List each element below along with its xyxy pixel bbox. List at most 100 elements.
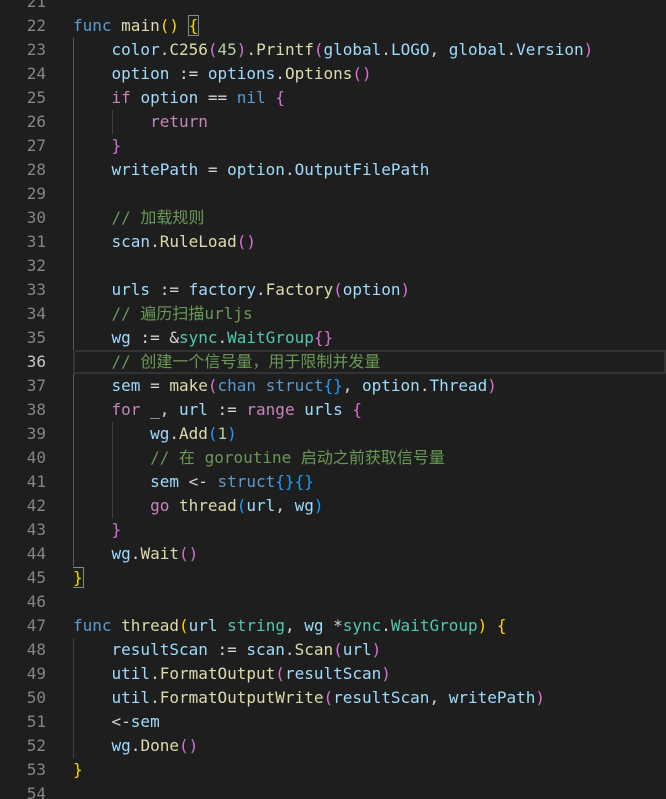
code-line[interactable]: 54 [0, 782, 666, 799]
line-content[interactable]: func thread(url string, wg *sync.WaitGro… [73, 614, 666, 638]
line-number[interactable]: 40 [0, 446, 46, 470]
code-line[interactable]: 44 wg.Wait() [0, 542, 666, 566]
line-content[interactable]: // 遍历扫描urljs [73, 302, 666, 326]
line-number[interactable]: 37 [0, 374, 46, 398]
line-content[interactable]: wg.Wait() [73, 542, 666, 566]
line-content[interactable] [73, 182, 666, 206]
line-number[interactable]: 32 [0, 254, 46, 278]
line-content[interactable]: wg.Add(1) [73, 422, 666, 446]
code-line[interactable]: 21 [0, 0, 666, 14]
line-number[interactable]: 53 [0, 758, 46, 782]
line-content[interactable]: <-sem [73, 710, 666, 734]
code-line[interactable]: 25 if option == nil { [0, 86, 666, 110]
line-content[interactable]: wg := &sync.WaitGroup{} [73, 326, 666, 350]
code-line[interactable]: 38 for _, url := range urls { [0, 398, 666, 422]
line-content[interactable]: urls := factory.Factory(option) [73, 278, 666, 302]
line-content[interactable]: sem <- struct{}{} [73, 470, 666, 494]
line-number[interactable]: 36 [0, 350, 46, 374]
code-line[interactable]: 52 wg.Done() [0, 734, 666, 758]
line-number[interactable]: 35 [0, 326, 46, 350]
code-line[interactable]: 35 wg := &sync.WaitGroup{} [0, 326, 666, 350]
line-number[interactable]: 52 [0, 734, 46, 758]
code-line[interactable]: 37 sem = make(chan struct{}, option.Thre… [0, 374, 666, 398]
code-line[interactable]: 23 color.C256(45).Printf(global.LOGO, gl… [0, 38, 666, 62]
code-line[interactable]: 26 return [0, 110, 666, 134]
current-code-line[interactable]: 36 // 创建一个信号量，用于限制并发量 [0, 350, 666, 374]
line-number[interactable]: 24 [0, 62, 46, 86]
code-line[interactable]: 32 [0, 254, 666, 278]
code-line[interactable]: 39 wg.Add(1) [0, 422, 666, 446]
line-content[interactable]: if option == nil { [73, 86, 666, 110]
line-number[interactable]: 34 [0, 302, 46, 326]
line-content[interactable]: option := options.Options() [73, 62, 666, 86]
line-content[interactable]: } [73, 566, 666, 590]
line-number[interactable]: 44 [0, 542, 46, 566]
line-content[interactable]: resultScan := scan.Scan(url) [73, 638, 666, 662]
line-content[interactable] [73, 590, 666, 614]
line-number[interactable]: 43 [0, 518, 46, 542]
line-content[interactable]: return [73, 110, 666, 134]
line-number[interactable]: 23 [0, 38, 46, 62]
line-content[interactable]: for _, url := range urls { [73, 398, 666, 422]
line-number[interactable]: 21 [0, 0, 46, 14]
line-content[interactable]: go thread(url, wg) [73, 494, 666, 518]
line-number[interactable]: 49 [0, 662, 46, 686]
line-content[interactable]: // 创建一个信号量，用于限制并发量 [73, 350, 666, 374]
line-content[interactable] [73, 254, 666, 278]
line-content[interactable]: writePath = option.OutputFilePath [73, 158, 666, 182]
code-line[interactable]: 28 writePath = option.OutputFilePath [0, 158, 666, 182]
code-line[interactable]: 29 [0, 182, 666, 206]
line-number[interactable]: 48 [0, 638, 46, 662]
code-line[interactable]: 50 util.FormatOutputWrite(resultScan, wr… [0, 686, 666, 710]
code-line[interactable]: 48 resultScan := scan.Scan(url) [0, 638, 666, 662]
code-line[interactable]: 45} [0, 566, 666, 590]
code-line[interactable]: 31 scan.RuleLoad() [0, 230, 666, 254]
code-line[interactable]: 47 func thread(url string, wg *sync.WaitG… [0, 614, 666, 638]
line-number[interactable]: 47 [0, 614, 46, 638]
line-number[interactable]: 39 [0, 422, 46, 446]
code-line[interactable]: 42 go thread(url, wg) [0, 494, 666, 518]
code-line[interactable]: 53} [0, 758, 666, 782]
line-content[interactable]: wg.Done() [73, 734, 666, 758]
code-line[interactable]: 46 [0, 590, 666, 614]
line-number[interactable]: 25 [0, 86, 46, 110]
code-line[interactable]: 51 <-sem [0, 710, 666, 734]
line-number[interactable]: 28 [0, 158, 46, 182]
line-content[interactable]: } [73, 758, 666, 782]
code-line[interactable]: 34 // 遍历扫描urljs [0, 302, 666, 326]
line-number[interactable]: 29 [0, 182, 46, 206]
code-line[interactable]: 24 option := options.Options() [0, 62, 666, 86]
code-line[interactable]: 22 func main() { [0, 14, 666, 38]
line-number[interactable]: 45 [0, 566, 46, 590]
code-line[interactable]: 27 } [0, 134, 666, 158]
line-content[interactable]: util.FormatOutput(resultScan) [73, 662, 666, 686]
line-number[interactable]: 30 [0, 206, 46, 230]
line-content[interactable]: } [73, 134, 666, 158]
code-editor[interactable]: 21 22 func main() {23 color.C256(45).Print… [0, 0, 666, 799]
line-content[interactable]: } [73, 518, 666, 542]
line-number[interactable]: 42 [0, 494, 46, 518]
code-line[interactable]: 41 sem <- struct{}{} [0, 470, 666, 494]
line-number[interactable]: 50 [0, 686, 46, 710]
line-content[interactable]: color.C256(45).Printf(global.LOGO, globa… [73, 38, 666, 62]
line-content[interactable]: // 加载规则 [73, 206, 666, 230]
line-number[interactable]: 38 [0, 398, 46, 422]
line-number[interactable]: 26 [0, 110, 46, 134]
code-line[interactable]: 33 urls := factory.Factory(option) [0, 278, 666, 302]
line-content[interactable] [73, 782, 666, 799]
code-line[interactable]: 43 } [0, 518, 666, 542]
line-content[interactable]: util.FormatOutputWrite(resultScan, write… [73, 686, 666, 710]
line-number[interactable]: 46 [0, 590, 46, 614]
code-line[interactable]: 40 // 在 goroutine 启动之前获取信号量 [0, 446, 666, 470]
code-line[interactable]: 49 util.FormatOutput(resultScan) [0, 662, 666, 686]
line-content[interactable]: // 在 goroutine 启动之前获取信号量 [73, 446, 666, 470]
line-number[interactable]: 31 [0, 230, 46, 254]
code-line[interactable]: 30 // 加载规则 [0, 206, 666, 230]
line-content[interactable]: sem = make(chan struct{}, option.Thread) [73, 374, 666, 398]
line-number[interactable]: 51 [0, 710, 46, 734]
line-number[interactable]: 33 [0, 278, 46, 302]
line-number[interactable]: 22 [0, 14, 46, 38]
line-number[interactable]: 54 [0, 782, 46, 799]
line-number[interactable]: 27 [0, 134, 46, 158]
line-content[interactable]: func main() { [73, 14, 666, 38]
